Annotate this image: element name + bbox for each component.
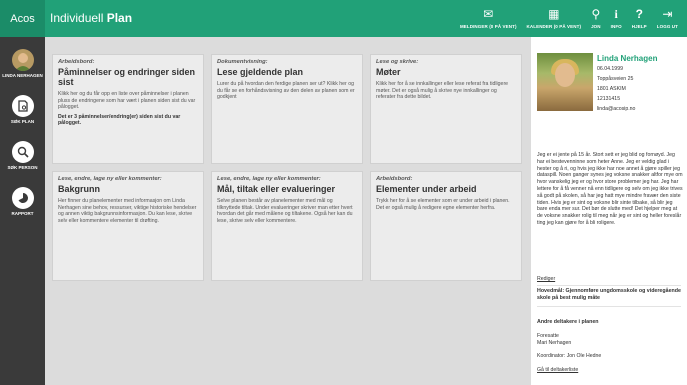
search-person-icon: [11, 141, 34, 163]
app-title: Individuell Plan: [50, 11, 132, 25]
card-note: Det er 3 påminnelser/endring(er) siden s…: [58, 113, 181, 127]
top-bar: Acos Individuell Plan ✉ MELDINGER (0 PÅ …: [0, 0, 687, 37]
nav-calendar[interactable]: ▦ KALENDER (0 PÅ VENT): [522, 0, 587, 37]
participants-list-link[interactable]: Gå til deltakerliste: [537, 367, 578, 374]
plan-document-icon: [11, 95, 34, 117]
nav-user[interactable]: ⚲ JON: [586, 0, 606, 37]
sidebar-item-search-plan[interactable]: SØK PLAN: [0, 95, 45, 125]
card-reminders[interactable]: Arbeidsbord: Påminnelser og endringer si…: [52, 54, 204, 164]
nav-messages[interactable]: ✉ MELDINGER (0 PÅ VENT): [455, 0, 522, 37]
card-body: Her finner du planelementer med informas…: [58, 198, 197, 224]
info-icon: i: [614, 7, 618, 21]
edit-profile-link[interactable]: Rediger: [537, 276, 555, 283]
card-background[interactable]: Lese, endre, lage ny eller kommenter: Ba…: [52, 171, 204, 281]
nav-logout-label: LOGG UT: [656, 24, 678, 29]
help-icon: ?: [635, 7, 643, 21]
top-navigation: ✉ MELDINGER (0 PÅ VENT) ▦ KALENDER (0 PÅ…: [455, 0, 683, 37]
participants-heading: Andre deltakere i planen: [537, 319, 599, 325]
sidebar-item-profile-label: LINDA NERHAGEN: [2, 73, 43, 78]
nav-info[interactable]: i INFO: [606, 0, 627, 37]
card-category: Lese, endre, lage ny eller kommenter:: [217, 176, 321, 182]
card-category: Lese, endre, lage ny eller kommenter:: [58, 176, 162, 182]
dashboard-cards: Arbeidsbord: Påminnelser og endringer si…: [45, 37, 531, 385]
nav-calendar-label: KALENDER (0 PÅ VENT): [526, 24, 582, 29]
nav-help[interactable]: ? HJELP: [627, 0, 652, 37]
divider: [537, 285, 681, 286]
card-category: Dokumentvisning:: [217, 59, 268, 65]
calendar-icon: ▦: [548, 7, 560, 21]
profile-street: Toppåsveien 25: [597, 76, 634, 82]
card-work-in-progress[interactable]: Arbeidsbord: Elementer under arbeid Tryk…: [370, 171, 522, 281]
card-title: Møter: [376, 67, 401, 77]
profile-email: linda@acosip.no: [597, 106, 636, 112]
guardian-name: Mari Nerhagen: [537, 340, 572, 346]
envelope-icon: ✉: [483, 7, 494, 21]
card-meetings[interactable]: Lese og skrive: Møter Klikk her for å se…: [370, 54, 522, 164]
sidebar-item-search-plan-label: SØK PLAN: [10, 119, 35, 124]
logout-icon: ⇥: [662, 7, 673, 21]
profile-panel: Linda Nerhagen 06.04.1999 Toppåsveien 25…: [531, 37, 687, 385]
card-title: Bakgrunn: [58, 184, 101, 194]
sidebar: LINDA NERHAGEN SØK PLAN SØK PERSON RAPPO…: [0, 37, 45, 385]
card-body: Lurer du på hvordan den ferdige planen s…: [217, 81, 355, 101]
card-category: Lese og skrive:: [376, 59, 419, 65]
nav-info-label: INFO: [610, 24, 622, 29]
card-title: Elementer under arbeid: [376, 184, 477, 194]
card-title: Lese gjeldende plan: [217, 67, 304, 77]
profile-phone: 12131415: [597, 96, 621, 102]
card-category: Arbeidsbord:: [376, 176, 413, 182]
card-body: Klikk her og du får opp en liste over på…: [58, 91, 196, 111]
card-body: Selve planen består av planelementer med…: [217, 198, 353, 224]
report-chart-icon: [11, 187, 34, 209]
user-icon: ⚲: [591, 7, 601, 21]
sidebar-item-profile[interactable]: LINDA NERHAGEN: [0, 49, 45, 79]
profile-photo-face: [555, 63, 575, 87]
profile-photo: [537, 53, 593, 111]
app-title-prefix: Individuell: [50, 11, 104, 25]
card-category: Arbeidsbord:: [58, 59, 95, 65]
nav-logout[interactable]: ⇥ LOGG UT: [652, 0, 683, 37]
acos-logo: Acos: [0, 0, 45, 37]
app-title-bold: Plan: [106, 11, 133, 25]
nav-help-label: HJELP: [631, 24, 647, 29]
card-body: Trykk her for å se elementer som er unde…: [376, 198, 510, 211]
profile-birthdate: 06.04.1999: [597, 66, 623, 72]
coordinator: Koordinator: Jon Ole Hedne: [537, 353, 602, 359]
card-title: Påminnelser og endringer siden sist: [58, 67, 196, 87]
nav-messages-label: MELDINGER (0 PÅ VENT): [459, 24, 517, 29]
card-body: Klikk her for å se innkallinger eller le…: [376, 81, 509, 101]
sidebar-item-report[interactable]: RAPPORT: [0, 187, 45, 217]
avatar-icon: [11, 49, 34, 71]
main-goal: Hovedmål: Gjennomføre ungdomsskole og vi…: [537, 288, 681, 301]
card-current-plan[interactable]: Dokumentvisning: Lese gjeldende plan Lur…: [211, 54, 363, 164]
sidebar-item-report-label: RAPPORT: [11, 211, 34, 216]
sidebar-item-search-person-label: SØK PERSON: [7, 165, 38, 170]
profile-name: Linda Nerhagen: [597, 54, 658, 63]
nav-user-label: JON: [591, 24, 601, 29]
sidebar-item-search-person[interactable]: SØK PERSON: [0, 141, 45, 171]
divider: [537, 306, 681, 307]
card-goals[interactable]: Lese, endre, lage ny eller kommenter: Må…: [211, 171, 363, 281]
profile-postal: 1801 ASKIM: [597, 86, 626, 92]
profile-bio: Jeg er ei jente på 15 år. Stort sett er …: [537, 152, 683, 226]
card-title: Mål, tiltak eller evalueringer: [217, 184, 336, 194]
guardian-label: Foresatte: [537, 333, 559, 339]
